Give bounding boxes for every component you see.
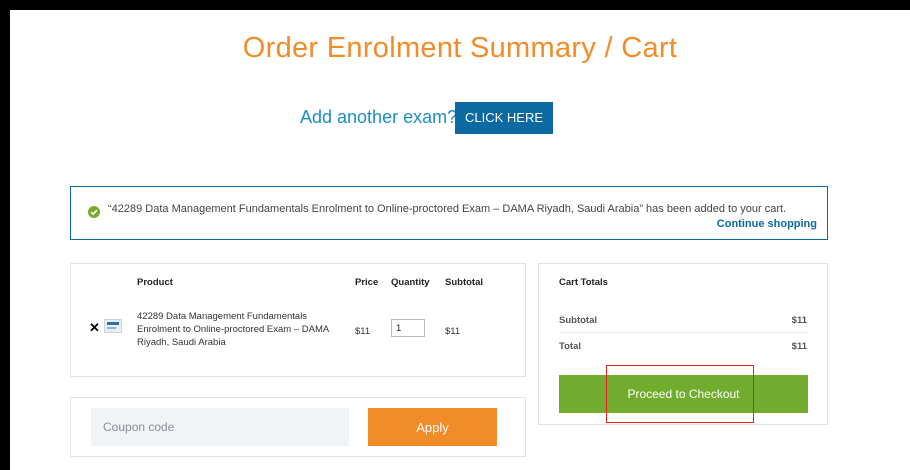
- apply-coupon-button[interactable]: Apply: [368, 408, 497, 446]
- add-another-exam-text: Add another exam?: [300, 107, 458, 127]
- product-thumbnail: [104, 319, 122, 333]
- coupon-section: Apply: [70, 397, 526, 457]
- divider: [559, 332, 809, 333]
- cart-table: Product Price Quantity Subtotal ✕ 42289 …: [70, 263, 526, 377]
- click-here-button[interactable]: CLICK HERE: [455, 102, 553, 134]
- product-subtotal: $11: [445, 326, 461, 337]
- continue-shopping-link[interactable]: Continue shopping: [717, 218, 817, 230]
- header-price: Price: [355, 277, 379, 288]
- totals-subtotal-value: $11: [791, 315, 807, 326]
- cart-totals-title: Cart Totals: [559, 277, 608, 288]
- product-price: $11: [355, 326, 371, 337]
- header-subtotal: Subtotal: [445, 277, 483, 288]
- check-circle-icon: [88, 206, 100, 218]
- header-product: Product: [137, 277, 173, 288]
- product-name[interactable]: 42289 Data Management Fundamentals Enrol…: [137, 310, 342, 349]
- header-quantity: Quantity: [391, 277, 430, 288]
- page-title: Order Enrolment Summary / Cart: [242, 32, 678, 64]
- cart-notice: “42289 Data Management Fundamentals Enro…: [70, 186, 828, 240]
- quantity-input[interactable]: [391, 319, 425, 337]
- coupon-code-input[interactable]: [91, 408, 349, 446]
- cart-page: Order Enrolment Summary / Cart Add anoth…: [10, 10, 910, 470]
- add-another-exam-row: Add another exam? CLICK HERE: [10, 102, 910, 134]
- cart-totals: Cart Totals Subtotal $11 Total $11 Proce…: [538, 263, 828, 425]
- totals-total-label: Total: [559, 341, 581, 352]
- totals-total-value: $11: [791, 341, 807, 352]
- totals-subtotal-label: Subtotal: [559, 315, 597, 326]
- close-icon[interactable]: ✕: [89, 320, 100, 336]
- notice-message: “42289 Data Management Fundamentals Enro…: [108, 203, 787, 215]
- proceed-to-checkout-button[interactable]: Proceed to Checkout: [559, 375, 808, 413]
